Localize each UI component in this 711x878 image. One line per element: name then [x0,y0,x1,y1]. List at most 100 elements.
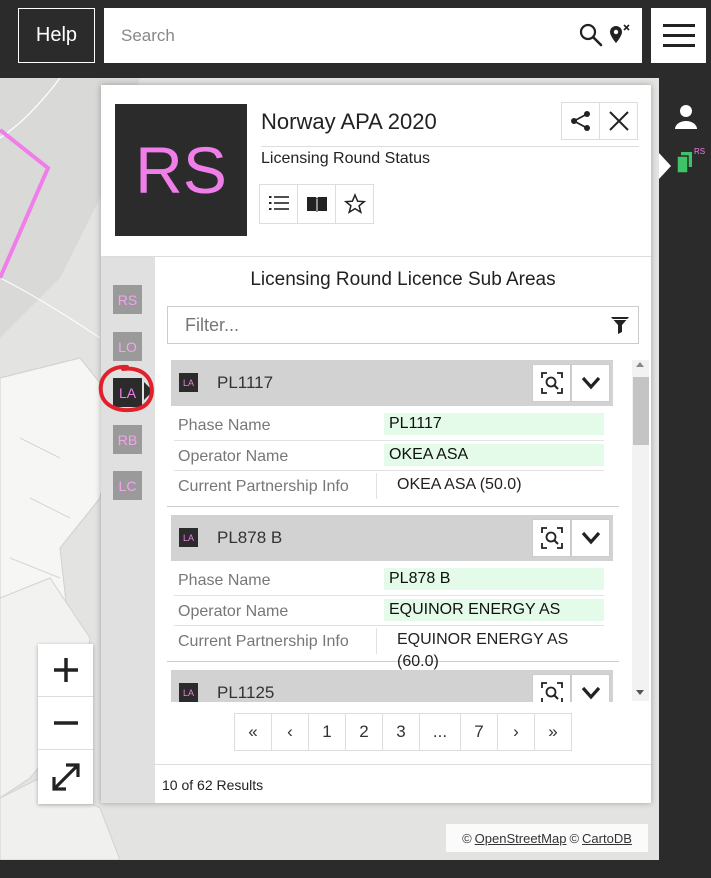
copyright-symbol: © [462,830,472,846]
operator-name-label: Operator Name [178,448,289,465]
filter-input[interactable] [168,307,598,343]
openstreetmap-link[interactable]: OpenStreetMap [475,831,567,846]
operator-name-label: Operator Name [178,603,289,620]
last-page-button[interactable]: » [534,713,572,751]
phase-name-value: PL878 B [384,568,604,590]
card-header[interactable]: LA PL1117 [171,360,613,406]
detail-row: Operator Name OKEA ASA [174,440,604,470]
licence-area-icon: LA [179,683,198,702]
panel-logo: RS [115,104,247,236]
card-details: Phase Name PL1117 Operator Name OKEA ASA… [167,406,619,507]
minus-icon [53,721,78,725]
filter-box [167,306,639,344]
info-panel: RS Norway APA 2020 Licensing Round Statu… [98,85,651,803]
list-scrollbar[interactable] [632,360,649,701]
scroll-thumb[interactable] [633,377,649,445]
phase-name-label: Phase Name [178,417,271,434]
chevron-down-icon [581,376,600,390]
next-page-button[interactable]: › [497,713,535,751]
detail-row: Current Partnership Info EQUINOR ENERGY … [174,625,604,670]
rail-active-indicator [659,153,671,179]
page-3-button[interactable]: 3 [382,713,420,751]
star-icon [343,193,366,214]
card-header[interactable]: LA PL1125 [171,670,613,702]
search-box [104,8,642,63]
expand-button[interactable] [571,519,610,557]
card-details: Phase Name PL878 B Operator Name EQUINOR… [167,561,619,670]
filter-icon[interactable] [610,315,630,335]
page-7-button[interactable]: 7 [460,713,498,751]
docs-button[interactable] [297,184,336,224]
user-icon[interactable] [675,105,697,129]
licence-area-icon: LA [179,528,198,547]
partnership-info-label: Current Partnership Info [178,478,349,495]
scroll-up-arrow-icon[interactable] [636,362,644,367]
menu-bar-line [662,34,695,37]
page-1-button[interactable]: 1 [308,713,346,751]
list-item: LA PL1117 Phase Name PL1117 Operator Nam… [167,360,619,507]
first-page-button[interactable]: « [234,713,272,751]
partnership-info-label: Current Partnership Info [178,633,349,650]
tab-lc[interactable]: LC [113,471,142,500]
footer-divider [155,764,651,765]
list-button[interactable] [259,184,298,224]
help-button[interactable]: Help [18,8,95,63]
tab-lo[interactable]: LO [113,332,142,361]
right-rail [659,78,711,860]
menu-bar-line [662,44,695,47]
title-divider [261,146,639,147]
zoom-to-feature-icon [540,527,563,549]
pagination: « ‹ 1 2 3 ... 7 › » [234,713,572,751]
zoom-out-button[interactable] [38,697,93,750]
scroll-down-arrow-icon[interactable] [636,690,644,695]
hamburger-menu-button[interactable] [651,8,706,63]
licence-area-icon: LA [179,373,198,392]
favorite-button[interactable] [335,184,374,224]
fullscreen-button[interactable] [38,750,93,803]
tab-rb[interactable]: RB [113,425,142,454]
expand-button[interactable] [571,674,610,702]
zoom-to-button[interactable] [532,364,571,402]
zoom-to-button[interactable] [532,519,571,557]
bottom-bar [0,860,711,878]
operator-name-value: OKEA ASA [384,444,604,466]
card-header[interactable]: LA PL878 B [171,515,613,561]
zoom-in-button[interactable] [38,644,93,697]
location-clear-icon[interactable] [607,22,633,48]
phase-name-label: Phase Name [178,572,271,589]
share-button[interactable] [561,102,600,140]
page-2-button[interactable]: 2 [345,713,383,751]
prev-page-button[interactable]: ‹ [271,713,309,751]
zoom-control [38,644,93,804]
detail-row: Phase Name PL878 B [174,565,604,595]
card-title: PL878 B [217,528,283,547]
detail-row: Current Partnership Info OKEA ASA (50.0) [174,470,604,500]
zoom-to-feature-icon [540,372,563,394]
list-icon [268,196,289,210]
plus-icon [53,658,78,682]
panel-subtitle: Licensing Round Status [261,150,430,167]
expand-button[interactable] [571,364,610,402]
column-divider [376,628,377,654]
card-title: PL1117 [217,373,274,392]
partnership-info-value: EQUINOR ENERGY AS (60.0) [397,631,569,670]
page-ellipsis: ... [419,713,461,751]
side-tabs: RS LO LA RB LC [98,257,155,803]
layers-icon[interactable] [676,152,692,174]
close-button[interactable] [599,102,638,140]
zoom-to-feature-icon [540,682,563,702]
column-divider [376,473,377,499]
copyright-symbol: © [569,830,580,846]
results-list[interactable]: LA PL1117 Phase Name PL1117 Operator Nam… [167,360,631,702]
zoom-to-button[interactable] [532,674,571,702]
section-title: Licensing Round Licence Sub Areas [250,269,556,290]
panel-title: Norway APA 2020 [261,109,437,134]
rail-layers-badge: RS [694,147,706,156]
cartodb-link[interactable]: CartoDB [582,831,632,846]
search-input[interactable] [104,8,564,63]
operator-name-value: EQUINOR ENERGY AS [384,599,604,621]
chevron-down-icon [581,686,600,700]
search-icon[interactable] [578,22,604,48]
share-icon [570,111,590,131]
tab-rs[interactable]: RS [113,285,142,314]
